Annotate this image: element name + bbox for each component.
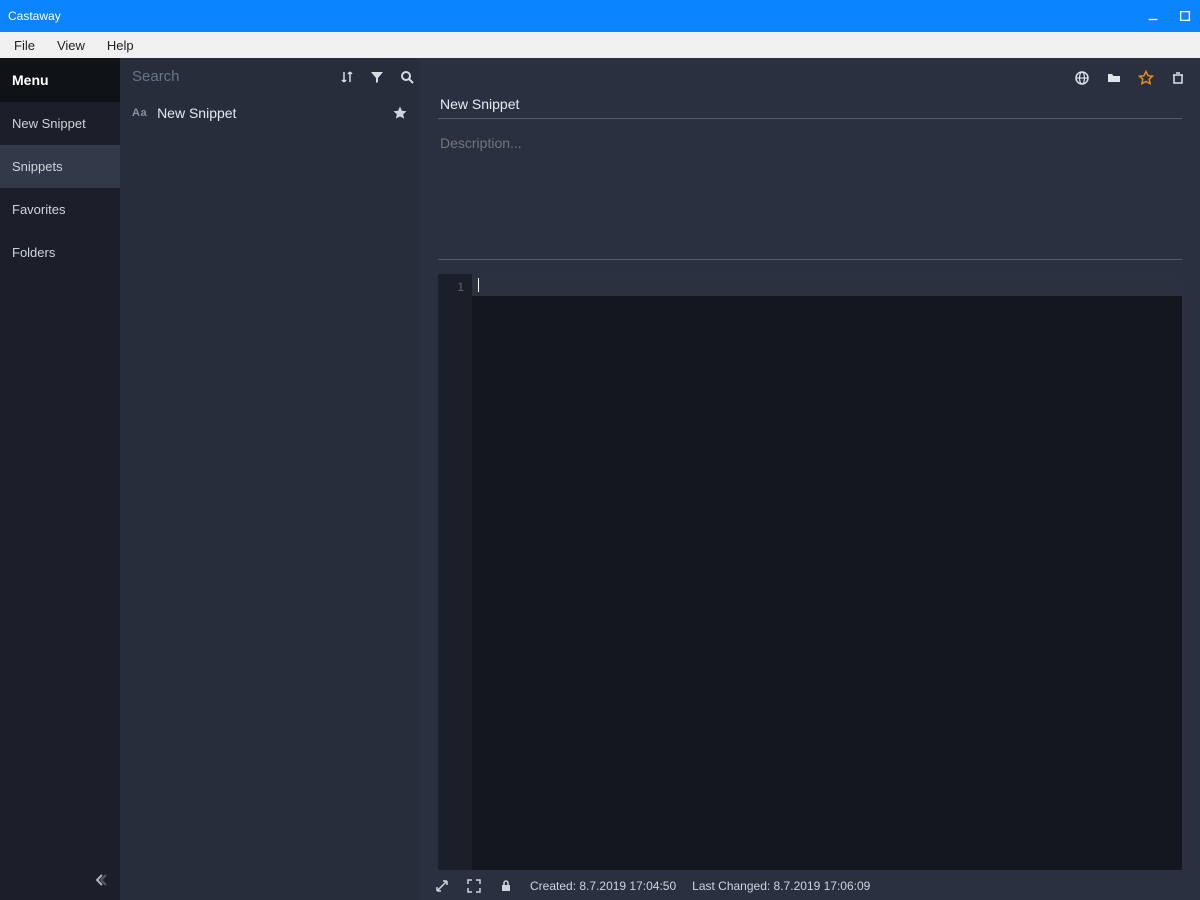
menu-help[interactable]: Help [97, 36, 144, 55]
app-body: Menu New Snippet Snippets Favorites Fold… [0, 58, 1200, 900]
sidebar-item-new-snippet[interactable]: New Snippet [0, 102, 120, 145]
favorite-star-icon[interactable] [392, 105, 408, 121]
lock-icon[interactable] [498, 878, 514, 894]
snippet-list-panel: Aa New Snippet [120, 58, 420, 900]
sidebar-item-favorites[interactable]: Favorites [0, 188, 120, 231]
gutter-line-number: 1 [438, 280, 464, 294]
snippet-list-item-label: New Snippet [157, 105, 236, 121]
window-controls [1146, 9, 1192, 23]
collapse-sidebar-icon[interactable] [92, 872, 108, 888]
created-label: Created: [530, 879, 576, 893]
sidebar: Menu New Snippet Snippets Favorites Fold… [0, 58, 120, 900]
changed-label: Last Changed: [692, 879, 770, 893]
maximize-button[interactable] [1178, 9, 1192, 23]
created-value: 8.7.2019 17:04:50 [579, 879, 676, 893]
menubar: File View Help [0, 32, 1200, 58]
search-row [120, 58, 420, 95]
sidebar-header: Menu [0, 58, 120, 102]
sidebar-footer [0, 860, 120, 900]
code-gutter: 1 [438, 274, 472, 870]
globe-icon[interactable] [1074, 70, 1090, 86]
folder-icon[interactable] [1106, 70, 1122, 86]
expand-icon[interactable] [434, 878, 450, 894]
snippet-list-item[interactable]: Aa New Snippet [120, 95, 420, 131]
code-active-line [472, 274, 1182, 296]
fullscreen-icon[interactable] [466, 878, 482, 894]
changed-value: 8.7.2019 17:06:09 [774, 879, 871, 893]
text-type-icon: Aa [132, 107, 147, 119]
minimize-button[interactable] [1146, 9, 1160, 23]
status-last-changed: Last Changed: 8.7.2019 17:06:09 [692, 879, 870, 893]
menu-view[interactable]: View [47, 36, 95, 55]
favorite-toggle-icon[interactable] [1138, 70, 1154, 86]
snippet-description-input[interactable] [438, 131, 1182, 251]
sidebar-item-folders[interactable]: Folders [0, 231, 120, 274]
status-created: Created: 8.7.2019 17:04:50 [530, 879, 676, 893]
snippet-title-input[interactable] [438, 90, 1182, 119]
delete-icon[interactable] [1170, 70, 1186, 86]
statusbar: Created: 8.7.2019 17:04:50 Last Changed:… [420, 870, 1200, 900]
code-content[interactable] [472, 274, 1182, 870]
description-divider [438, 259, 1182, 260]
code-editor[interactable]: 1 [438, 274, 1182, 870]
menu-file[interactable]: File [4, 36, 45, 55]
text-cursor-icon [478, 278, 479, 292]
search-input[interactable] [132, 68, 331, 85]
search-icon[interactable] [399, 69, 415, 85]
editor-panel: 1 Created: 8.7.2019 17:04:50 [420, 58, 1200, 900]
window-titlebar: Castaway [0, 0, 1200, 32]
filter-icon[interactable] [369, 69, 385, 85]
sort-icon[interactable] [339, 69, 355, 85]
editor-toolbar [420, 58, 1200, 90]
sidebar-item-snippets[interactable]: Snippets [0, 145, 120, 188]
window-title: Castaway [8, 9, 61, 23]
